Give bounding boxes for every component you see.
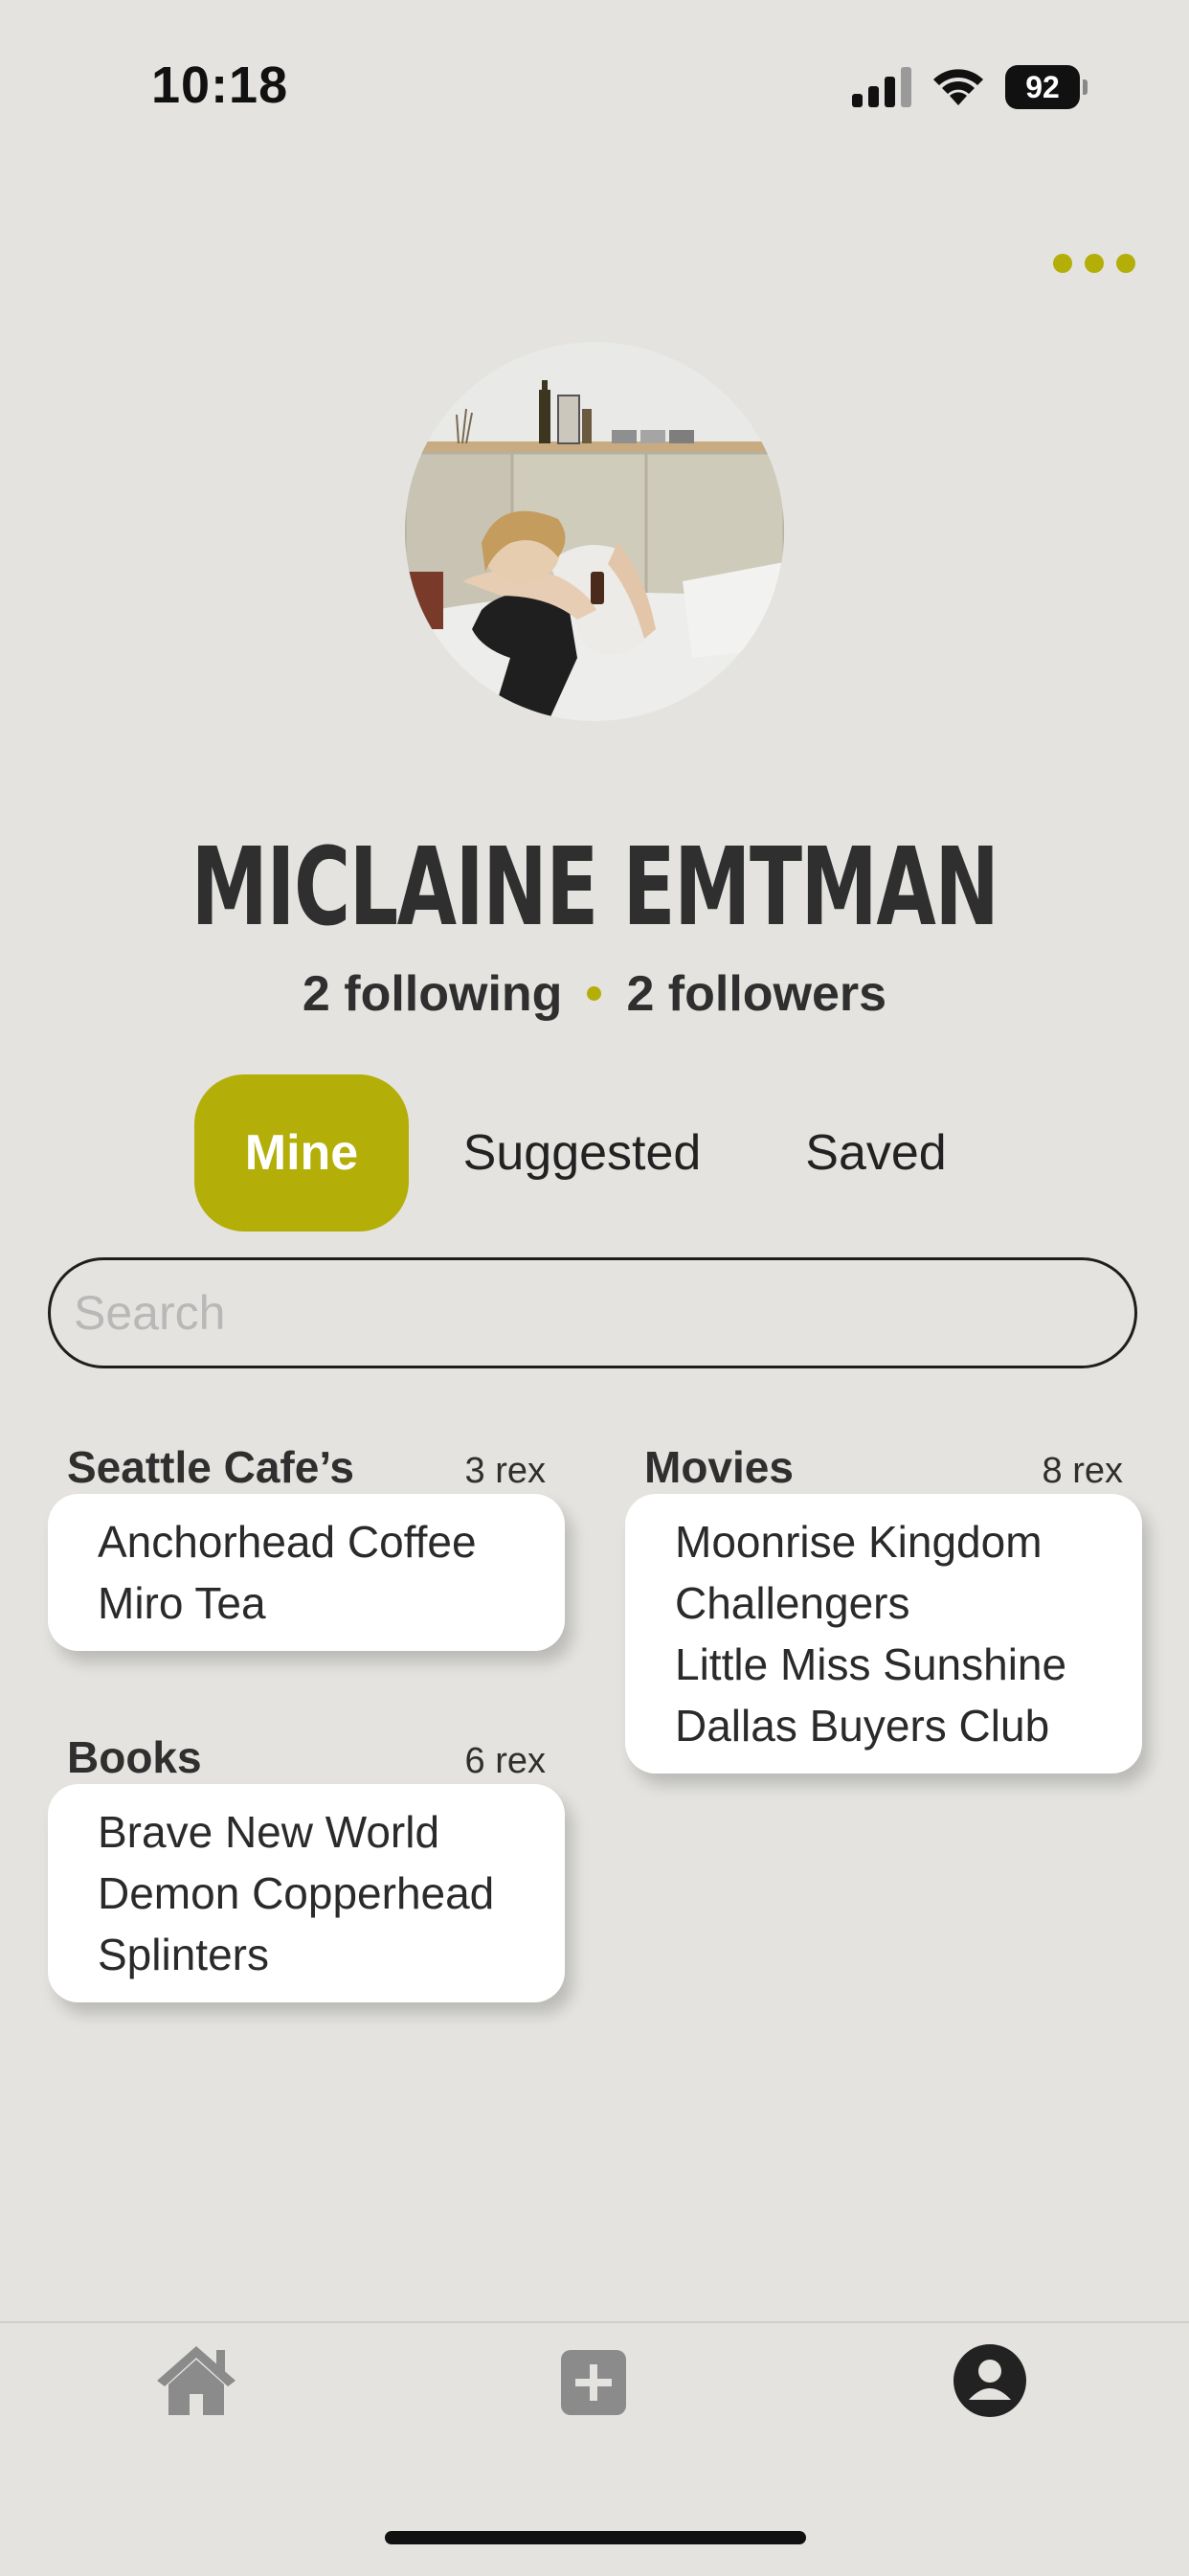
collection-header: Movies 8 rex xyxy=(644,1441,1123,1499)
profile-name: MICLAINE EMTMAN xyxy=(191,825,999,950)
followers-count[interactable]: 2 followers xyxy=(626,966,886,1022)
tab-mine[interactable]: Mine xyxy=(194,1074,409,1232)
list-item[interactable]: Little Miss Sunshine xyxy=(675,1634,1142,1695)
list-item[interactable]: Challengers xyxy=(675,1572,1142,1634)
list-item[interactable]: Splinters xyxy=(98,1924,565,1985)
search-input[interactable] xyxy=(48,1257,1137,1368)
collection-header: Books 6 rex xyxy=(67,1731,546,1789)
profile-icon[interactable] xyxy=(953,2344,1026,2417)
collection-card[interactable]: Anchorhead Coffee Miro Tea xyxy=(48,1494,565,1651)
collection-title: Books xyxy=(67,1732,202,1782)
signal-icon xyxy=(852,67,911,107)
list-item[interactable]: Miro Tea xyxy=(98,1572,565,1634)
collection-count: 3 rex xyxy=(464,1451,546,1491)
list-item[interactable]: Dallas Buyers Club xyxy=(675,1695,1142,1756)
wifi-icon xyxy=(933,69,983,105)
collection-card[interactable]: Brave New World Demon Copperhead Splinte… xyxy=(48,1784,565,2002)
tab-saved[interactable]: Saved xyxy=(795,1074,957,1232)
following-count[interactable]: 2 following xyxy=(303,966,563,1022)
collection-card[interactable]: Moonrise Kingdom Challengers Little Miss… xyxy=(625,1494,1142,1774)
status-time: 10:18 xyxy=(151,56,289,114)
ellipsis-icon[interactable] xyxy=(1053,247,1135,280)
tab-suggested[interactable]: Suggested xyxy=(450,1074,714,1232)
collection-title: Movies xyxy=(644,1442,794,1492)
collection-header: Seattle Cafe’s 3 rex xyxy=(67,1441,546,1499)
list-item[interactable]: Anchorhead Coffee xyxy=(98,1511,565,1572)
home-icon[interactable] xyxy=(155,2340,237,2417)
add-icon[interactable] xyxy=(561,2350,626,2415)
status-bar: 10:18 92 xyxy=(0,0,1189,172)
avatar[interactable] xyxy=(405,342,784,721)
separator-dot xyxy=(587,985,602,1001)
follow-stats: 2 following 2 followers xyxy=(0,965,1189,1023)
battery-level: 92 xyxy=(1005,65,1080,109)
collection-count: 6 rex xyxy=(464,1741,546,1781)
home-indicator xyxy=(385,2531,806,2544)
battery-icon: 92 xyxy=(1005,65,1088,109)
profile-photo xyxy=(405,342,784,721)
list-item[interactable]: Demon Copperhead xyxy=(98,1863,565,1924)
list-item[interactable]: Moonrise Kingdom xyxy=(675,1511,1142,1572)
tab-bar: Mine Suggested Saved xyxy=(0,1074,1189,1232)
collection-count: 8 rex xyxy=(1042,1451,1123,1491)
list-item[interactable]: Brave New World xyxy=(98,1801,565,1863)
collection-title: Seattle Cafe’s xyxy=(67,1442,354,1492)
